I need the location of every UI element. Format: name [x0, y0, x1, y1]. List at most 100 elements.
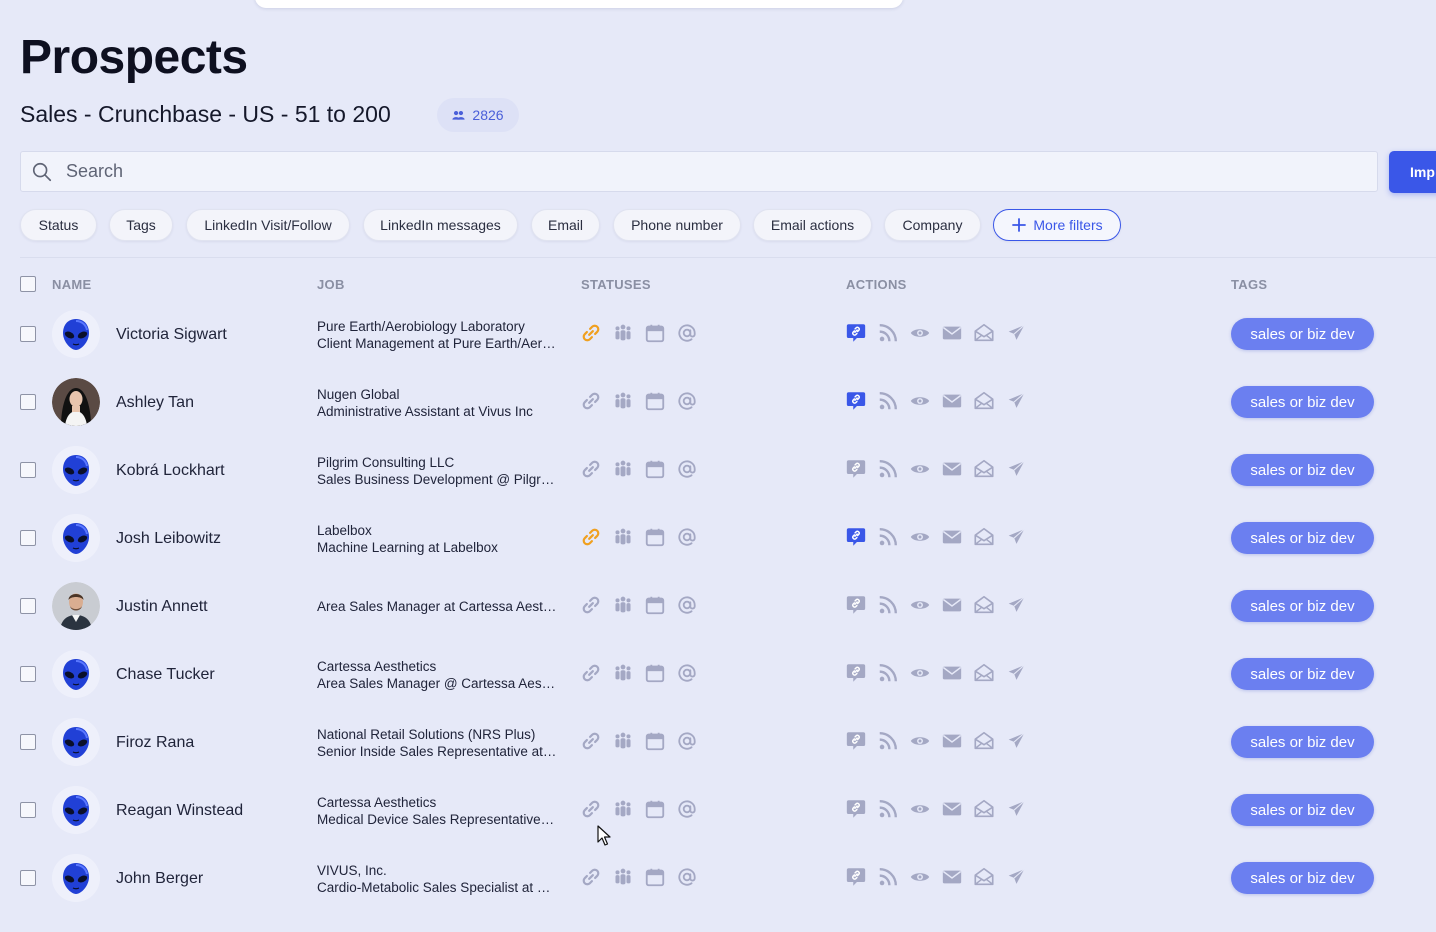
send-plane-icon[interactable] [1005, 390, 1027, 412]
table-row[interactable]: Justin Annett Area Sales Manager at Carte… [0, 572, 1436, 640]
email-opened-icon[interactable] [973, 526, 995, 548]
calendar-status-icon[interactable] [644, 526, 666, 548]
email-opened-icon[interactable] [973, 390, 995, 412]
tag-pill[interactable]: sales or biz dev [1231, 454, 1374, 486]
avatar[interactable] [52, 310, 100, 358]
column-header-name[interactable]: NAME [52, 277, 91, 292]
email-status-icon[interactable] [676, 526, 698, 548]
linkedin-message-icon[interactable] [845, 866, 867, 888]
email-opened-icon[interactable] [973, 662, 995, 684]
import-button[interactable]: Imp [1389, 151, 1436, 193]
email-status-icon[interactable] [676, 866, 698, 888]
filter-phone-number[interactable]: Phone number [613, 209, 741, 241]
email-envelope-icon[interactable] [941, 798, 963, 820]
column-header-actions[interactable]: ACTIONS [846, 277, 907, 292]
filter-status[interactable]: Status [20, 209, 97, 241]
avatar[interactable] [52, 446, 100, 494]
linkedin-message-icon[interactable] [845, 798, 867, 820]
filter-email[interactable]: Email [531, 209, 600, 241]
calendar-status-icon[interactable] [644, 322, 666, 344]
send-plane-icon[interactable] [1005, 662, 1027, 684]
calendar-status-icon[interactable] [644, 798, 666, 820]
group-status-icon[interactable] [612, 526, 634, 548]
table-row[interactable]: Reagan Winstead Cartessa Aesthetics Medica… [0, 776, 1436, 844]
email-opened-icon[interactable] [973, 730, 995, 752]
visit-eye-icon[interactable] [909, 526, 931, 548]
calendar-status-icon[interactable] [644, 390, 666, 412]
filter-tags[interactable]: Tags [109, 209, 173, 241]
visit-eye-icon[interactable] [909, 798, 931, 820]
follow-rss-icon[interactable] [877, 458, 899, 480]
table-row[interactable]: Victoria Sigwart Pure Earth/Aerobiology L… [0, 300, 1436, 368]
linkedin-link-status-icon[interactable] [580, 322, 602, 344]
tag-pill[interactable]: sales or biz dev [1231, 318, 1374, 350]
tag-pill[interactable]: sales or biz dev [1231, 386, 1374, 418]
email-opened-icon[interactable] [973, 866, 995, 888]
visit-eye-icon[interactable] [909, 730, 931, 752]
group-status-icon[interactable] [612, 730, 634, 752]
calendar-status-icon[interactable] [644, 662, 666, 684]
filter-email-actions[interactable]: Email actions [753, 209, 872, 241]
table-row[interactable]: Firoz Rana National Retail Solutions (NRS… [0, 708, 1436, 776]
column-header-statuses[interactable]: STATUSES [581, 277, 651, 292]
linkedin-link-status-icon[interactable] [580, 798, 602, 820]
row-checkbox[interactable] [20, 530, 36, 546]
follow-rss-icon[interactable] [877, 322, 899, 344]
tag-pill[interactable]: sales or biz dev [1231, 794, 1374, 826]
linkedin-message-icon[interactable] [845, 526, 867, 548]
tag-pill[interactable]: sales or biz dev [1231, 522, 1374, 554]
prospect-name[interactable]: Kobrá Lockhart [116, 462, 225, 480]
prospect-name[interactable]: Ashley Tan [116, 394, 194, 412]
follow-rss-icon[interactable] [877, 662, 899, 684]
tag-pill[interactable]: sales or biz dev [1231, 862, 1374, 894]
avatar[interactable] [52, 514, 100, 562]
prospect-name[interactable]: Reagan Winstead [116, 802, 243, 820]
linkedin-message-icon[interactable] [845, 662, 867, 684]
follow-rss-icon[interactable] [877, 594, 899, 616]
linkedin-message-icon[interactable] [845, 390, 867, 412]
group-status-icon[interactable] [612, 458, 634, 480]
group-status-icon[interactable] [612, 866, 634, 888]
email-envelope-icon[interactable] [941, 390, 963, 412]
email-status-icon[interactable] [676, 390, 698, 412]
list-name[interactable]: Sales - Crunchbase - US - 51 to 200 [20, 101, 391, 128]
calendar-status-icon[interactable] [644, 458, 666, 480]
send-plane-icon[interactable] [1005, 866, 1027, 888]
send-plane-icon[interactable] [1005, 594, 1027, 616]
table-row[interactable]: Josh Leibowitz Labelbox Machine Learning a… [0, 504, 1436, 572]
linkedin-link-status-icon[interactable] [580, 730, 602, 752]
email-envelope-icon[interactable] [941, 526, 963, 548]
email-envelope-icon[interactable] [941, 866, 963, 888]
more-filters-button[interactable]: More filters [993, 209, 1121, 241]
linkedin-message-icon[interactable] [845, 458, 867, 480]
linkedin-message-icon[interactable] [845, 594, 867, 616]
calendar-status-icon[interactable] [644, 730, 666, 752]
select-all-checkbox[interactable] [20, 276, 36, 292]
row-checkbox[interactable] [20, 870, 36, 886]
linkedin-message-icon[interactable] [845, 730, 867, 752]
linkedin-link-status-icon[interactable] [580, 390, 602, 412]
linkedin-link-status-icon[interactable] [580, 594, 602, 616]
send-plane-icon[interactable] [1005, 798, 1027, 820]
send-plane-icon[interactable] [1005, 526, 1027, 548]
group-status-icon[interactable] [612, 390, 634, 412]
prospect-name[interactable]: Victoria Sigwart [116, 326, 227, 344]
calendar-status-icon[interactable] [644, 866, 666, 888]
table-row[interactable]: Kobrá Lockhart Pilgrim Consulting LLC Sale… [0, 436, 1436, 504]
linkedin-message-icon[interactable] [845, 322, 867, 344]
send-plane-icon[interactable] [1005, 730, 1027, 752]
table-row[interactable]: Chase Tucker Cartessa Aesthetics Area Sale… [0, 640, 1436, 708]
linkedin-link-status-icon[interactable] [580, 526, 602, 548]
search-box[interactable] [20, 151, 1378, 192]
follow-rss-icon[interactable] [877, 390, 899, 412]
row-checkbox[interactable] [20, 802, 36, 818]
follow-rss-icon[interactable] [877, 798, 899, 820]
avatar[interactable] [52, 718, 100, 766]
email-status-icon[interactable] [676, 662, 698, 684]
follow-rss-icon[interactable] [877, 866, 899, 888]
email-opened-icon[interactable] [973, 458, 995, 480]
visit-eye-icon[interactable] [909, 390, 931, 412]
email-envelope-icon[interactable] [941, 458, 963, 480]
filter-linkedin-visit-follow[interactable]: LinkedIn Visit/Follow [186, 209, 350, 241]
tag-pill[interactable]: sales or biz dev [1231, 726, 1374, 758]
